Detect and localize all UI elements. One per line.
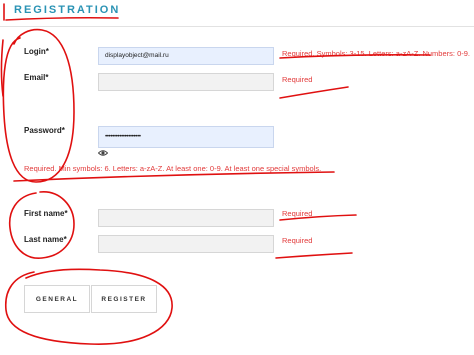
login-error: Required. Symbols: 3-15. Letters: a-zA-Z… [282,49,470,58]
top-left-edge-stroke [0,39,4,97]
general-button[interactable]: GENERAL [24,285,90,313]
email-label: Email* [24,73,49,82]
last-name-field[interactable] [98,235,274,253]
login-value: displayobject@mail.ru [105,52,169,59]
login-field[interactable]: displayobject@mail.ru [98,47,274,65]
password-error: Required. Min symbols: 6. Letters: a-zA-… [24,164,322,173]
password-label: Password* [24,126,65,135]
email-error-underline-stroke [279,86,349,99]
first-name-error: Required [282,209,313,218]
email-error: Required [282,75,313,84]
last-name-label: Last name* [24,235,67,244]
first-name-label: First name* [24,209,68,218]
last-name-error: Required [282,236,313,245]
password-error-underline-stroke [13,171,335,182]
name-fields-circle-stroke [8,191,75,259]
eye-icon[interactable] [98,149,108,157]
email-field[interactable] [98,73,274,91]
first-name-field[interactable] [98,209,274,227]
password-field[interactable]: •••••••••••••••••••• [98,126,274,148]
login-label: Login* [24,47,49,56]
title-underline-stroke [5,16,119,21]
register-button[interactable]: REGISTER [91,285,157,313]
title-divider [0,26,474,27]
last-name-error-underline-stroke [275,252,353,259]
form-title: REGISTRATION [14,4,121,16]
password-value: •••••••••••••••••••• [105,133,141,140]
